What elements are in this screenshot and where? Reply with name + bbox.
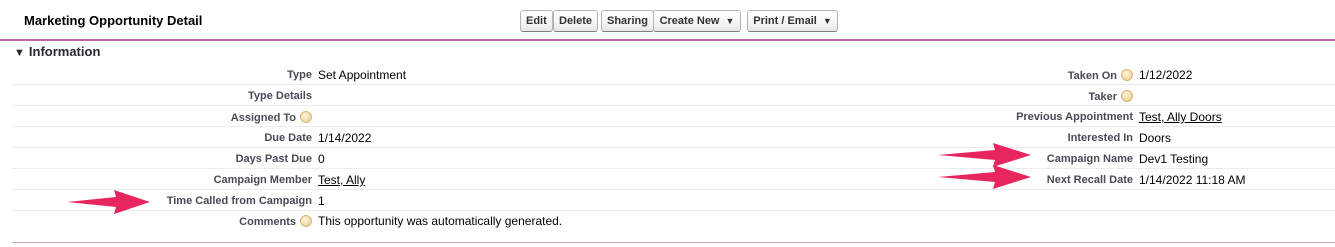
delete-button[interactable]: Delete <box>553 10 599 32</box>
field-value-campaign-name: Dev1 Testing <box>1139 152 1209 166</box>
field-value-previous-appointment: Test, Ally Doors <box>1139 110 1222 124</box>
field-label-previous-appointment: Previous Appointment <box>1016 111 1133 123</box>
detail-row: Due Date 1/14/2022 Interested In Doors <box>12 127 1335 148</box>
field-value-due-date: 1/14/2022 <box>318 131 372 145</box>
field-label-type-details: Type Details <box>248 90 312 102</box>
detail-row: Comments This opportunity was automatica… <box>12 210 1335 231</box>
annotation-arrow-icon <box>938 165 1031 189</box>
detail-row: Type Set Appointment Taken On 1/12/2022 <box>12 64 1335 85</box>
print-email-label: Print / Email <box>753 15 817 27</box>
detail-row: Assigned To Previous Appointment Test, A… <box>12 106 1335 127</box>
field-value-days-past-due: 0 <box>318 152 325 166</box>
section-title: Information <box>28 44 101 59</box>
field-label-assigned-to: Assigned To <box>231 111 312 124</box>
field-value-campaign-member: Test, Ally <box>318 173 365 187</box>
detail-row: Type Details Taker <box>12 85 1335 106</box>
edit-button[interactable]: Edit <box>520 10 553 32</box>
field-label-campaign-member: Campaign Member <box>213 174 312 186</box>
field-label-taker: Taker <box>1088 90 1133 103</box>
help-bubble-icon[interactable] <box>300 215 312 227</box>
create-new-label: Create New <box>659 15 720 27</box>
sharing-button[interactable]: Sharing <box>601 10 654 32</box>
field-label-comments: Comments <box>239 215 312 228</box>
caret-down-icon: ▼ <box>725 16 735 26</box>
detail-row: Campaign Member Test, Ally Next Recall D… <box>12 169 1335 190</box>
section-header-information[interactable]: ▼ Information <box>14 44 100 59</box>
field-value-taken-on: 1/12/2022 <box>1139 68 1193 82</box>
field-label-type: Type <box>287 69 312 81</box>
detail-row: Time Called from Campaign 1 <box>12 190 1335 211</box>
print-email-button[interactable]: Print / Email ▼ <box>747 10 838 32</box>
field-value-comments: This opportunity was automatically gener… <box>318 214 563 228</box>
create-new-button[interactable]: Create New ▼ <box>653 10 741 32</box>
field-label-due-date: Due Date <box>264 132 312 144</box>
field-label-days-past-due: Days Past Due <box>235 153 312 165</box>
field-value-interested-in: Doors <box>1139 131 1172 145</box>
help-bubble-icon[interactable] <box>300 111 312 123</box>
field-value-next-recall-date: 1/14/2022 11:18 AM <box>1139 173 1246 187</box>
field-label-campaign-name: Campaign Name <box>1046 153 1133 165</box>
field-value-type: Set Appointment <box>318 68 407 82</box>
page-header: Marketing Opportunity Detail Edit Delete… <box>0 0 1335 41</box>
field-label-time-called-from-campaign: Time Called from Campaign <box>166 195 312 207</box>
field-label-taken-on: Taken On <box>1068 69 1133 82</box>
field-label-interested-in: Interested In <box>1067 132 1133 144</box>
field-label-next-recall-date: Next Recall Date <box>1046 174 1133 186</box>
help-bubble-icon[interactable] <box>1121 90 1133 102</box>
previous-appointment-link[interactable]: Test, Ally Doors <box>1139 110 1222 124</box>
field-value-time-called-from-campaign: 1 <box>318 194 325 208</box>
section-bottom-divider <box>12 242 1335 243</box>
help-bubble-icon[interactable] <box>1121 69 1133 81</box>
caret-down-icon: ▼ <box>822 16 832 26</box>
detail-row: Days Past Due 0 Campaign Name Dev1 Testi… <box>12 148 1335 169</box>
annotation-arrow-icon <box>67 190 150 214</box>
section-collapse-triangle-icon[interactable]: ▼ <box>14 47 25 59</box>
campaign-member-link[interactable]: Test, Ally <box>318 173 365 187</box>
page-title: Marketing Opportunity Detail <box>24 13 203 28</box>
